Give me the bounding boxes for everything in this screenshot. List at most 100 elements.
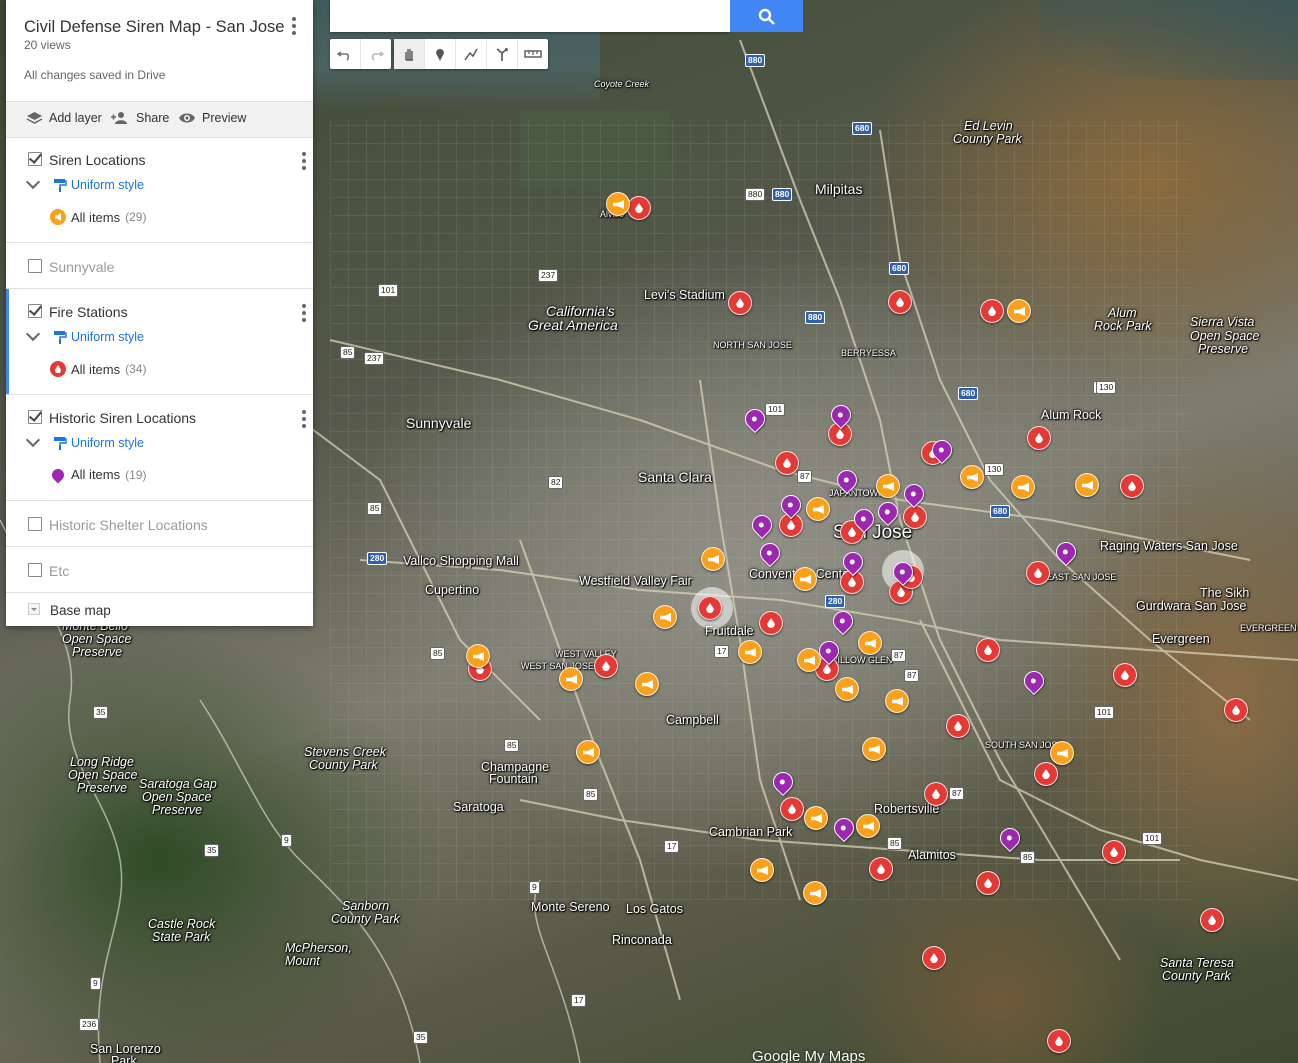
fire-station-marker-icon[interactable] bbox=[1047, 1029, 1071, 1053]
directions-button[interactable] bbox=[487, 39, 518, 69]
layer-options-icon[interactable] bbox=[302, 152, 306, 170]
siren-marker-icon[interactable] bbox=[653, 605, 677, 629]
all-items-row[interactable]: All items (34) bbox=[50, 361, 146, 377]
layer-visibility-checkbox[interactable] bbox=[28, 563, 42, 577]
siren-marker-icon[interactable] bbox=[738, 640, 762, 664]
fire-station-marker-icon[interactable] bbox=[627, 196, 651, 220]
map-title[interactable]: Civil Defense Siren Map - San Jose bbox=[24, 18, 284, 37]
layer-visibility-checkbox[interactable] bbox=[28, 304, 42, 318]
siren-marker-icon[interactable] bbox=[856, 814, 880, 838]
siren-marker-icon[interactable] bbox=[797, 648, 821, 672]
layer-name[interactable]: Siren Locations bbox=[49, 152, 146, 168]
chevron-down-icon[interactable] bbox=[25, 326, 41, 342]
layer-name[interactable]: Historic Shelter Locations bbox=[49, 517, 208, 533]
siren-marker-icon[interactable] bbox=[606, 192, 630, 216]
route-shield: 35 bbox=[413, 1031, 429, 1044]
pin-icon bbox=[49, 466, 67, 483]
siren-marker-icon[interactable] bbox=[576, 740, 600, 764]
layer-name[interactable]: Sunnyvale bbox=[49, 259, 114, 275]
layer-options-icon[interactable] bbox=[302, 410, 306, 428]
fire-station-marker-icon[interactable] bbox=[1200, 908, 1224, 932]
siren-marker-icon[interactable] bbox=[793, 567, 817, 591]
search-button[interactable] bbox=[730, 0, 803, 32]
undo-button[interactable] bbox=[330, 39, 361, 69]
search-box[interactable] bbox=[330, 0, 730, 32]
siren-marker-icon[interactable] bbox=[885, 689, 909, 713]
siren-marker-icon[interactable] bbox=[559, 667, 583, 691]
chevron-down-icon[interactable] bbox=[25, 432, 41, 448]
route-shield: 680 bbox=[990, 505, 1011, 518]
fire-station-marker-icon[interactable] bbox=[1027, 426, 1051, 450]
siren-marker-icon[interactable] bbox=[862, 737, 886, 761]
fire-station-marker-icon[interactable] bbox=[728, 291, 752, 315]
siren-marker-icon[interactable] bbox=[835, 677, 859, 701]
layer-name[interactable]: Fire Stations bbox=[49, 304, 128, 320]
select-hand-button[interactable] bbox=[394, 39, 425, 69]
hand-icon bbox=[405, 49, 413, 61]
fire-station-marker-icon[interactable] bbox=[1224, 698, 1248, 722]
uniform-style-link[interactable]: Uniform style bbox=[53, 178, 144, 192]
siren-marker-icon[interactable] bbox=[1011, 475, 1035, 499]
fire-station-marker-icon[interactable] bbox=[1113, 663, 1137, 687]
siren-marker-icon[interactable] bbox=[960, 465, 984, 489]
fire-station-marker-icon[interactable] bbox=[1034, 762, 1058, 786]
fire-station-marker-icon[interactable] bbox=[869, 857, 893, 881]
fire-station-marker-icon[interactable] bbox=[1102, 840, 1126, 864]
siren-marker-icon[interactable] bbox=[1007, 299, 1031, 323]
fire-station-marker-icon[interactable] bbox=[775, 451, 799, 475]
siren-marker-icon[interactable] bbox=[1075, 473, 1099, 497]
base-map-expand-icon[interactable] bbox=[28, 603, 40, 615]
all-items-row[interactable]: All items (29) bbox=[50, 209, 146, 225]
fire-station-marker-icon[interactable] bbox=[924, 782, 948, 806]
layers-icon bbox=[26, 112, 43, 124]
fire-station-marker-icon[interactable] bbox=[976, 871, 1000, 895]
share-button[interactable]: Share bbox=[110, 111, 169, 125]
siren-marker-icon[interactable] bbox=[806, 497, 830, 521]
siren-marker-icon[interactable] bbox=[635, 672, 659, 696]
add-marker-icon bbox=[436, 49, 444, 61]
uniform-style-link[interactable]: Uniform style bbox=[53, 330, 144, 344]
fire-station-marker-icon[interactable] bbox=[594, 654, 618, 678]
redo-button[interactable] bbox=[361, 39, 391, 69]
siren-marker-icon[interactable] bbox=[466, 644, 490, 668]
map-options-icon[interactable] bbox=[292, 17, 296, 35]
layer-visibility-checkbox[interactable] bbox=[28, 259, 42, 273]
fire-station-marker-icon[interactable] bbox=[946, 714, 970, 738]
chevron-down-icon[interactable] bbox=[25, 174, 41, 190]
siren-marker-icon[interactable] bbox=[701, 547, 725, 571]
fire-station-marker-icon[interactable] bbox=[976, 638, 1000, 662]
all-items-row[interactable]: All items (19) bbox=[49, 466, 146, 483]
draw-line-button[interactable] bbox=[456, 39, 487, 69]
layer-name[interactable]: Historic Siren Locations bbox=[49, 410, 196, 426]
fire-station-marker-icon[interactable] bbox=[980, 299, 1004, 323]
fire-station-marker-icon[interactable] bbox=[1026, 561, 1050, 585]
siren-marker-icon[interactable] bbox=[750, 858, 774, 882]
layer-visibility-checkbox[interactable] bbox=[28, 152, 42, 166]
fire-station-marker-icon[interactable] bbox=[698, 596, 722, 620]
add-layer-button[interactable]: Add layer bbox=[26, 111, 102, 125]
search-input[interactable] bbox=[330, 0, 730, 30]
measure-button[interactable] bbox=[518, 39, 548, 69]
place-label: Coyote Creek bbox=[594, 79, 650, 89]
base-map-row[interactable]: Base map bbox=[6, 593, 313, 626]
fire-station-marker-icon[interactable] bbox=[922, 946, 946, 970]
layer-name[interactable]: Etc bbox=[49, 563, 69, 579]
preview-button[interactable]: Preview bbox=[178, 111, 246, 125]
layer-visibility-checkbox[interactable] bbox=[28, 517, 42, 531]
siren-marker-icon[interactable] bbox=[803, 881, 827, 905]
fire-station-marker-icon[interactable] bbox=[780, 797, 804, 821]
fire-station-marker-icon[interactable] bbox=[888, 290, 912, 314]
layer-visibility-checkbox[interactable] bbox=[28, 410, 42, 424]
uniform-style-link[interactable]: Uniform style bbox=[53, 436, 144, 450]
siren-marker-icon[interactable] bbox=[804, 806, 828, 830]
siren-marker-icon[interactable] bbox=[1050, 741, 1074, 765]
siren-marker-icon[interactable] bbox=[858, 631, 882, 655]
fire-station-marker-icon[interactable] bbox=[759, 611, 783, 635]
layer-options-icon[interactable] bbox=[302, 304, 306, 322]
fire-station-marker-icon[interactable] bbox=[1120, 474, 1144, 498]
place-label: Cambrian Park bbox=[709, 825, 793, 839]
route-shield: 17 bbox=[571, 994, 587, 1007]
fire-station-marker-icon[interactable] bbox=[903, 505, 927, 529]
siren-marker-icon[interactable] bbox=[876, 474, 900, 498]
add-marker-button[interactable] bbox=[425, 39, 456, 69]
